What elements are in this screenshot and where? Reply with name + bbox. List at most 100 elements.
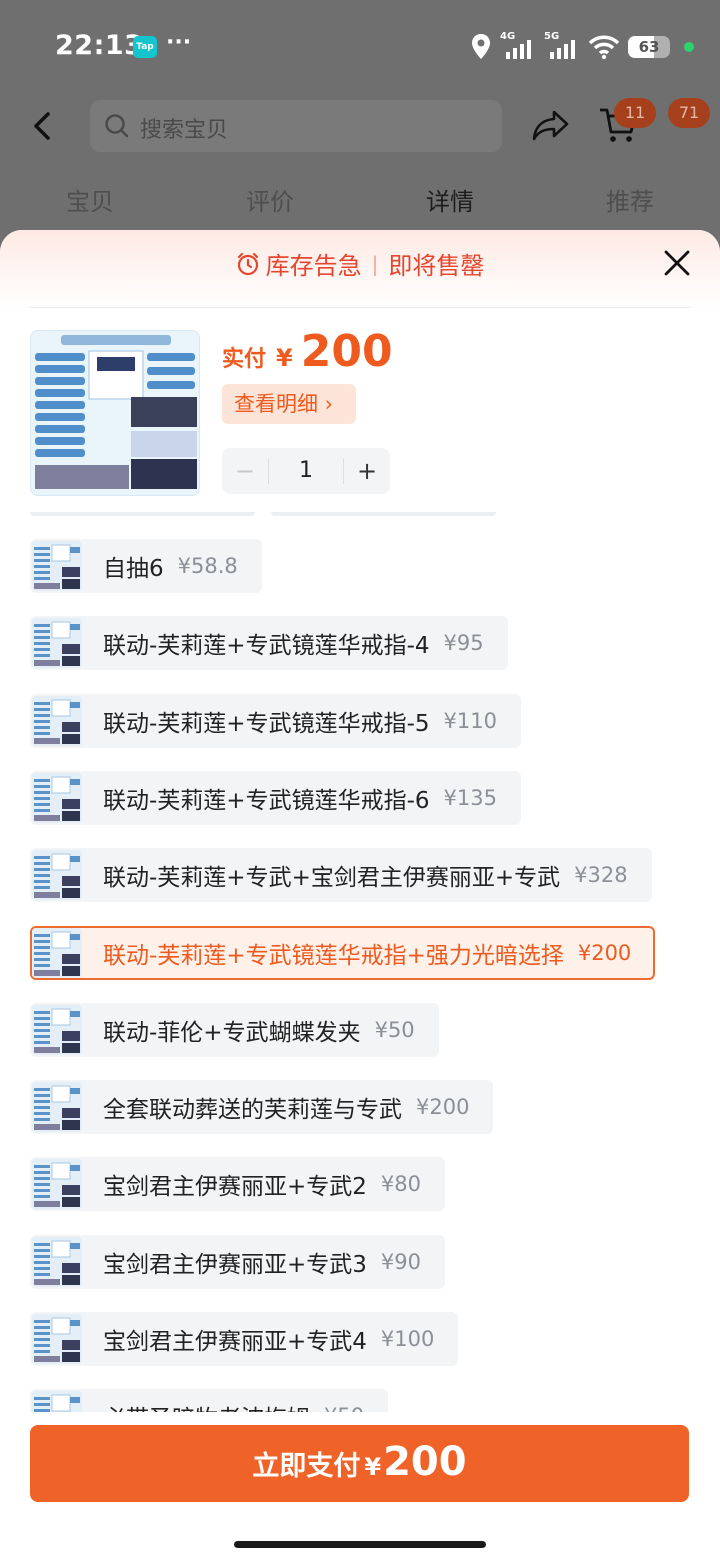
home-indicator[interactable] — [234, 1541, 486, 1548]
top-navigation: 搜索宝贝 11 71 — [0, 98, 720, 154]
sku-option[interactable]: 宝剑君主伊赛丽亚+专武4 ¥100 — [30, 1312, 459, 1366]
alarm-clock-icon — [237, 252, 258, 275]
option-partial-top-left[interactable] — [30, 512, 255, 516]
back-arrow-icon[interactable] — [28, 108, 58, 144]
option-thumbnail — [32, 618, 82, 669]
taptap-app-icon: Tap — [133, 36, 157, 58]
sku-option[interactable]: 联动-芙莉莲+专武+宝剑君主伊赛丽亚+专武 ¥328 — [30, 848, 652, 903]
tab-reviews[interactable]: 评价 — [225, 182, 315, 217]
option-thumbnail — [32, 772, 82, 823]
option-price: ¥50 — [374, 1017, 415, 1042]
tab-item[interactable]: 宝贝 — [45, 182, 135, 217]
pay-now-button[interactable]: 立即支付 ¥ 200 — [30, 1425, 689, 1502]
option-price: ¥90 — [380, 1249, 421, 1274]
option-price: ¥95 — [443, 631, 484, 656]
option-name: 联动-芙莉莲+专武+宝剑君主伊赛丽亚+专武 — [103, 865, 561, 892]
option-price: ¥110 — [443, 708, 497, 733]
option-thumbnail — [32, 1236, 82, 1287]
status-bar: 22:13 Tap ··· 4G 5G 63 — [0, 0, 720, 90]
option-price: ¥200 — [577, 940, 632, 965]
sellout-alert-text: 即将售罄 — [388, 252, 485, 280]
tab-recommend[interactable]: 推荐 — [585, 182, 675, 217]
sku-option[interactable]: 联动-芙莉莲+专武镜莲华戒指-5 ¥110 — [30, 693, 521, 748]
option-price: ¥328 — [574, 863, 628, 888]
tab-details[interactable]: 详情 — [405, 182, 495, 217]
option-thumbnail — [32, 1314, 82, 1364]
stock-alert: 库存告急 | 即将售罄 — [0, 246, 720, 281]
sheet-header: 库存告急 | 即将售罄 — [0, 230, 720, 308]
share-icon[interactable] — [532, 108, 570, 142]
sku-selection-sheet: 库存告急 | 即将售罄 实付 ¥ 200 查看明细 › − 1 + 自抽6 ¥5… — [0, 230, 720, 1559]
option-name: 联动-芙莉莲+专武镜莲华戒指-5 — [103, 710, 430, 737]
option-name: 联动-芙莉莲+专武镜莲华戒指-6 — [103, 787, 430, 814]
option-price: ¥200 — [416, 1095, 470, 1120]
sku-option[interactable]: 宝剑君主伊赛丽亚+专武2 ¥80 — [30, 1157, 445, 1212]
option-price: ¥58.8 — [177, 554, 238, 578]
option-name: 联动-芙莉莲+专武镜莲华戒指-4 — [103, 633, 430, 660]
privacy-indicator-icon — [684, 42, 694, 52]
pay-button-amount: 200 — [383, 1439, 467, 1485]
message-count-badge: 71 — [668, 98, 710, 128]
option-price: ¥50 — [324, 1404, 364, 1412]
option-thumbnail — [32, 1004, 82, 1055]
option-price: ¥135 — [443, 785, 497, 810]
sku-option[interactable]: 联动-菲伦+专武蝴蝶发夹 ¥50 — [30, 1002, 439, 1057]
signal-5g-icon: 5G — [544, 31, 580, 61]
option-price: ¥100 — [380, 1327, 435, 1351]
quantity-value[interactable]: 1 — [268, 458, 344, 484]
option-thumbnail — [32, 1391, 82, 1412]
stock-alert-text: 库存告急 — [265, 252, 362, 280]
sku-option[interactable]: 联动-芙莉莲+专武镜莲华戒指-4 ¥95 — [30, 616, 508, 671]
option-name: 自抽6 — [103, 556, 164, 582]
pay-button-currency: ¥ — [364, 1453, 382, 1481]
clock: 22:13 — [55, 30, 144, 61]
signal-4g-icon: 4G — [500, 31, 536, 61]
pay-button-label: 立即支付 — [252, 1451, 361, 1482]
option-thumbnail — [32, 927, 82, 978]
search-placeholder: 搜索宝贝 — [140, 118, 229, 143]
actual-price: 实付 ¥ 200 — [222, 326, 393, 377]
option-name: 必带圣暗牧老波梅姆 — [103, 1399, 310, 1412]
decrease-button[interactable]: − — [222, 457, 268, 485]
location-icon — [472, 34, 490, 59]
page-tabs: 宝贝 评价 详情 推荐 — [0, 176, 720, 220]
option-name: 联动-芙莉莲+专武镜莲华戒指+强力光暗选择 — [103, 942, 564, 969]
sku-option[interactable]: 必带圣暗牧老波梅姆 ¥50 — [30, 1389, 389, 1412]
wifi-icon — [588, 35, 620, 60]
option-price: ¥80 — [380, 1172, 421, 1197]
close-icon[interactable] — [662, 248, 692, 278]
more-notifications-icon: ··· — [166, 30, 192, 55]
price-value: 200 — [300, 326, 393, 377]
option-thumbnail — [32, 541, 82, 591]
price-label: 实付 — [222, 347, 267, 372]
quantity-stepper: − 1 + — [222, 448, 390, 494]
cart-count-badge: 11 — [614, 98, 656, 128]
sku-option-selected[interactable]: 联动-芙莉莲+专武镜莲华戒指+强力光暗选择 ¥200 — [30, 925, 656, 980]
option-name: 联动-菲伦+专武蝴蝶发夹 — [103, 1019, 361, 1046]
option-name: 宝剑君主伊赛丽亚+专武2 — [103, 1174, 367, 1201]
sku-option[interactable]: 自抽6 ¥58.8 — [30, 539, 262, 593]
sku-option-list: 自抽6 ¥58.8 联动-芙莉莲+专武镜莲华戒指-4 ¥95 联动-芙莉莲+专武镜莲华戒… — [0, 512, 720, 1412]
option-thumbnail — [32, 1159, 82, 1210]
sku-option[interactable]: 宝剑君主伊赛丽亚+专武3 ¥90 — [30, 1234, 445, 1289]
selected-product-summary: 实付 ¥ 200 查看明细 › − 1 + — [0, 326, 720, 512]
option-name: 宝剑君主伊赛丽亚+专武4 — [103, 1329, 367, 1355]
option-partial-top-right[interactable] — [271, 512, 496, 516]
option-thumbnail — [32, 850, 82, 901]
alert-separator: | — [371, 251, 379, 276]
search-input[interactable]: 搜索宝贝 — [90, 100, 502, 152]
option-thumbnail — [32, 695, 82, 746]
view-details-button[interactable]: 查看明细 › — [222, 384, 356, 424]
search-icon — [105, 114, 129, 138]
battery-icon: 63 — [628, 36, 670, 58]
product-thumbnail[interactable] — [30, 330, 200, 496]
option-name: 全套联动葬送的芙莉莲与专武 — [103, 1097, 402, 1124]
option-name: 宝剑君主伊赛丽亚+专武3 — [103, 1251, 367, 1278]
price-currency: ¥ — [276, 344, 293, 372]
increase-button[interactable]: + — [344, 457, 390, 485]
sku-option[interactable]: 联动-芙莉莲+专武镜莲华戒指-6 ¥135 — [30, 770, 521, 825]
option-thumbnail — [32, 1082, 82, 1133]
header-divider — [30, 307, 690, 308]
system-status-icons: 4G 5G 63 — [470, 30, 694, 64]
sku-option[interactable]: 全套联动葬送的芙莉莲与专武 ¥200 — [30, 1080, 494, 1135]
